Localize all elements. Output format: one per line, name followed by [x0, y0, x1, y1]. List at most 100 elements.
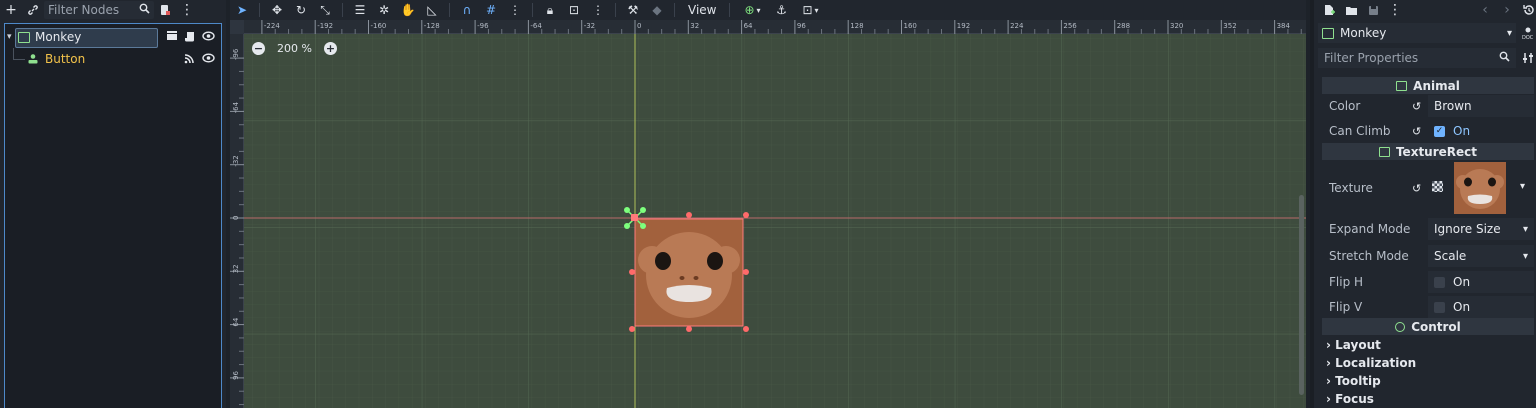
- checkbox-unchecked-icon: [1434, 301, 1445, 313]
- color-value-field[interactable]: Brown: [1428, 95, 1534, 117]
- ruler-top-label: 0: [637, 22, 641, 30]
- texture-preview[interactable]: [1454, 162, 1506, 214]
- ruler-mode-button[interactable]: ◺: [420, 1, 444, 19]
- new-resource-button[interactable]: [1318, 1, 1340, 19]
- skeleton-button[interactable]: ⚒: [621, 1, 645, 19]
- move-mode-button[interactable]: ✥: [265, 1, 289, 19]
- revert-icon[interactable]: ↺: [1412, 125, 1421, 138]
- clapper-icon[interactable]: [166, 30, 178, 44]
- chevron-down-icon[interactable]: ▾: [1520, 181, 1525, 192]
- container-icon: ⊡: [802, 3, 813, 17]
- snap-options-button[interactable]: ⋮: [503, 1, 527, 19]
- checkbox-checked-icon: ✓: [1434, 125, 1445, 137]
- ruler-top-label: -160: [371, 22, 387, 30]
- docs-icon: DOC: [1522, 27, 1534, 40]
- monkey-thumbnail: [1456, 169, 1504, 209]
- filter-nodes-input[interactable]: Filter Nodes: [44, 1, 154, 19]
- pan-mode-button[interactable]: ✋: [396, 1, 420, 19]
- canvas-viewport[interactable]: -224 -192 -160 -128 -96 -64 -32 0 32 64 96 128 160 19…: [230, 20, 1306, 408]
- chevron-down-icon: ▾: [814, 5, 819, 15]
- ruler-top-label: -32: [584, 22, 595, 30]
- ruler-top-label: 288: [1117, 22, 1130, 30]
- visibility-eye-icon[interactable]: [202, 52, 215, 66]
- zoom-out-button[interactable]: −: [252, 42, 265, 55]
- canvas[interactable]: [230, 20, 1306, 408]
- revert-icon[interactable]: ↺: [1412, 100, 1421, 113]
- prop-can-climb: Can Climb ↺ ✓ On: [1322, 120, 1534, 142]
- ruler-top-label: 96: [797, 22, 806, 30]
- ruler-top-label: -96: [477, 22, 489, 30]
- camera-button[interactable]: ◆: [645, 1, 669, 19]
- group-button[interactable]: ⊡: [562, 1, 586, 19]
- ruler-top-label: 320: [1170, 22, 1183, 30]
- object-history-button[interactable]: [1518, 1, 1536, 19]
- ruler-left-label: -64: [232, 101, 240, 113]
- tree-row-button[interactable]: Button: [5, 48, 221, 70]
- group-localization[interactable]: › Localization: [1326, 356, 1416, 370]
- more-options-icon[interactable]: ⋮: [1384, 1, 1406, 19]
- monkey-texture[interactable]: [634, 218, 744, 327]
- expand-arrow-icon[interactable]: ▾: [7, 32, 12, 42]
- grid-snap-button[interactable]: #: [479, 1, 503, 19]
- revert-icon[interactable]: ↺: [1412, 182, 1421, 195]
- expand-mode-dropdown[interactable]: Ignore Size ▾: [1428, 218, 1534, 240]
- scene-toolbar: + Filter Nodes ⋮: [0, 0, 226, 20]
- open-resource-button[interactable]: [1340, 1, 1362, 19]
- attach-script-button[interactable]: [154, 1, 176, 19]
- signal-icon[interactable]: [184, 52, 196, 67]
- section-texture-rect[interactable]: TextureRect: [1322, 143, 1534, 160]
- group-layout[interactable]: › Layout: [1326, 338, 1381, 352]
- zoom-level[interactable]: 200 %: [271, 42, 318, 55]
- ruler-left-label: 96: [232, 370, 240, 379]
- object-selector[interactable]: Monkey ▾: [1318, 23, 1516, 43]
- control-circle-icon: [1395, 321, 1406, 332]
- more-options-icon[interactable]: ⋮: [176, 1, 198, 19]
- history-back-button[interactable]: ‹: [1474, 1, 1496, 19]
- container-sizing-button[interactable]: ⊡ ▾: [793, 1, 827, 19]
- prop-color: Color ↺ Brown: [1322, 95, 1534, 117]
- pivot-icon: ✲: [378, 3, 390, 17]
- zoom-controls: − 200 % +: [252, 42, 337, 55]
- flip-h-checkbox[interactable]: On: [1428, 271, 1534, 293]
- tree-row-monkey[interactable]: ▾ Monkey: [5, 26, 221, 48]
- camera-icon: ◆: [652, 3, 662, 17]
- filter-properties-input[interactable]: Filter Properties: [1318, 48, 1516, 68]
- new-file-icon: [1325, 5, 1335, 15]
- section-control[interactable]: Control: [1322, 318, 1534, 335]
- lock-button[interactable]: 🔒︎: [538, 1, 562, 19]
- ruler-top-label: 256: [1063, 22, 1077, 30]
- add-node-button[interactable]: +: [0, 1, 22, 19]
- property-tools-button[interactable]: [1520, 50, 1536, 66]
- pivot-button[interactable]: ✲: [372, 1, 396, 19]
- zoom-in-button[interactable]: +: [323, 42, 337, 55]
- add-button[interactable]: ⊕ ▾: [735, 1, 769, 19]
- select-mode-button[interactable]: ➤: [230, 1, 254, 19]
- save-resource-button[interactable]: [1362, 1, 1384, 19]
- ruler-top-label: -64: [530, 22, 542, 30]
- smart-snap-button[interactable]: ∩: [455, 1, 479, 19]
- script-attached-icon[interactable]: [184, 30, 196, 45]
- section-animal[interactable]: Animal: [1322, 77, 1534, 94]
- anchor-button[interactable]: ⚓︎: [769, 1, 793, 19]
- checker-icon[interactable]: [1432, 181, 1443, 192]
- chevron-down-icon: ▾: [1522, 223, 1528, 235]
- viewport-scrollbar[interactable]: [1299, 195, 1304, 395]
- list-select-button[interactable]: ☰: [348, 1, 372, 19]
- scale-mode-button[interactable]: ⤡: [313, 1, 337, 19]
- group-tooltip[interactable]: › Tooltip: [1326, 374, 1381, 388]
- more-icon[interactable]: ⋮: [586, 1, 610, 19]
- ruler-left: -96 -64 -32 0 32 64 96: [230, 20, 244, 408]
- history-forward-button[interactable]: ›: [1496, 1, 1518, 19]
- open-docs-button[interactable]: DOC: [1520, 25, 1536, 41]
- ruler-top-label: 32: [690, 22, 699, 30]
- view-menu-button[interactable]: View: [680, 3, 724, 17]
- flip-v-checkbox[interactable]: On: [1428, 296, 1534, 318]
- ruler-top-label: -224: [264, 22, 280, 30]
- group-focus[interactable]: › Focus: [1326, 392, 1374, 406]
- rotate-mode-button[interactable]: ↻: [289, 1, 313, 19]
- visibility-eye-icon[interactable]: [202, 30, 215, 44]
- texture-rect-icon: [1378, 146, 1390, 157]
- stretch-mode-dropdown[interactable]: Scale ▾: [1428, 245, 1534, 267]
- instance-scene-button[interactable]: [22, 1, 44, 19]
- can-climb-checkbox[interactable]: ✓ On: [1428, 120, 1534, 142]
